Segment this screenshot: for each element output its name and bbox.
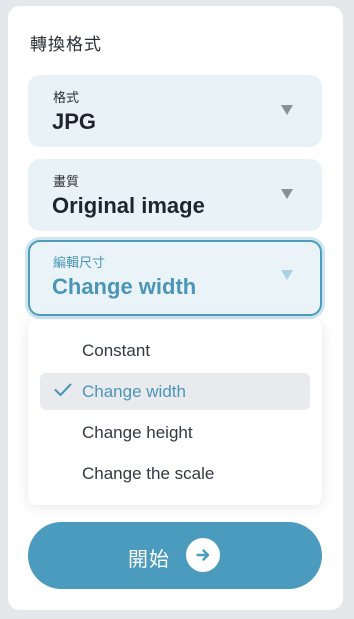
quality-label: 畫質 — [53, 174, 80, 189]
dropdown-option-change-width[interactable]: Change width — [40, 373, 310, 410]
arrow-right-icon — [186, 538, 220, 572]
resize-label: 編輯尺寸 — [53, 255, 106, 270]
option-label: Constant — [82, 341, 151, 360]
resize-value: Change width — [52, 274, 197, 299]
checkmark-icon — [54, 383, 72, 402]
dropdown-option-change-height[interactable]: Change height — [40, 414, 310, 451]
format-select[interactable]: 格式 JPG — [28, 75, 322, 147]
quality-select[interactable]: 畫質 Original image — [28, 159, 322, 231]
option-label: Change height — [82, 423, 193, 442]
option-label: Change the scale — [82, 464, 215, 483]
dropdown-option-constant[interactable]: Constant — [40, 332, 310, 369]
start-button-label: 開始 — [128, 549, 170, 571]
dropdown-option-change-scale[interactable]: Change the scale — [40, 455, 310, 492]
convert-panel: 轉換格式 格式 JPG 畫質 Original image 編輯尺寸 Chang… — [8, 6, 343, 610]
resize-select[interactable]: 編輯尺寸 Change width — [28, 240, 322, 316]
format-value: JPG — [52, 109, 97, 134]
format-label: 格式 — [53, 90, 80, 105]
start-button[interactable]: 開始 — [28, 522, 322, 589]
chevron-down-icon — [281, 105, 293, 115]
quality-value: Original image — [52, 193, 205, 218]
panel-title: 轉換格式 — [30, 35, 102, 54]
option-label: Change width — [82, 382, 186, 401]
resize-dropdown-menu: Constant Change width Change height Chan… — [28, 320, 322, 505]
chevron-down-icon — [281, 270, 293, 280]
chevron-down-icon — [281, 189, 293, 199]
